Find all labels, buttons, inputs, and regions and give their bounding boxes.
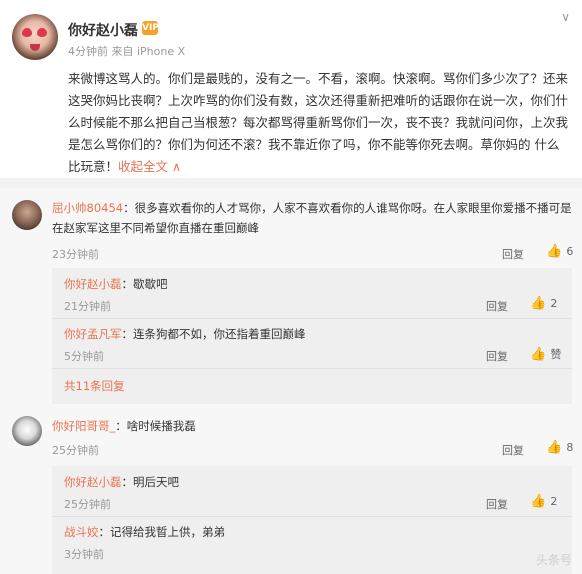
comment-text: 屈小帅80454：很多喜欢看你的人才骂你，人家不喜欢看你的人谁骂你呀。在人家眼里… bbox=[52, 198, 572, 238]
comment-body: ：很多喜欢看你的人才骂你，人家不喜欢看你的人谁骂你呀。在人家眼里你爱播不播可是在… bbox=[52, 201, 572, 235]
like-button[interactable]: 👍 6 bbox=[546, 244, 573, 259]
like-button[interactable]: 👍 8 bbox=[546, 440, 573, 455]
reply-username[interactable]: 你好赵小磊 bbox=[64, 277, 122, 291]
thumbs-up-icon: 👍 bbox=[546, 440, 563, 455]
avatar[interactable] bbox=[12, 14, 58, 60]
like-count: 2 bbox=[550, 297, 558, 310]
comment-section: 屈小帅80454：很多喜欢看你的人才骂你，人家不喜欢看你的人谁骂你呀。在人家眼里… bbox=[0, 188, 582, 574]
weibo-post: 你好赵小磊 VIP 4分钟前 来自 iPhone X ∨ 来微博这骂人的。你们是… bbox=[0, 0, 582, 178]
reply-button[interactable]: 回复 bbox=[502, 246, 524, 262]
heart-eye-icon bbox=[22, 28, 32, 37]
comment-username[interactable]: 屈小帅80454 bbox=[52, 201, 123, 215]
divider bbox=[0, 178, 582, 188]
like-button[interactable]: 👍 2 bbox=[530, 494, 557, 509]
like-count: 8 bbox=[566, 441, 574, 454]
reply-item: 你好赵小磊：明后天吧 25分钟前 回复 👍 2 bbox=[52, 466, 572, 516]
like-button[interactable]: 👍 赞 bbox=[530, 346, 561, 362]
reply-time: 21分钟前 bbox=[64, 300, 111, 313]
total-replies-link[interactable]: 共11条回复 bbox=[64, 378, 125, 394]
thumbs-up-icon: 👍 bbox=[530, 296, 547, 311]
divider bbox=[52, 368, 572, 369]
reply-body: ：连条狗都不如，你还指着重回巅峰 bbox=[121, 327, 306, 341]
chevron-down-icon[interactable]: ∨ bbox=[561, 10, 570, 24]
post-meta: 4分钟前 来自 iPhone X bbox=[68, 45, 186, 58]
comment-time: 25分钟前 bbox=[52, 444, 99, 457]
reply-username[interactable]: 你好孟凡军 bbox=[64, 327, 122, 341]
comment: 你好阳哥哥_：啥时候播我磊 25分钟前 回复 👍 8 bbox=[0, 416, 582, 460]
reply-item: 战斗姣：记得给我晢上供，弟弟 3分钟前 bbox=[52, 516, 572, 566]
collapse-link[interactable]: 收起全文 ∧ bbox=[118, 159, 181, 174]
mouth bbox=[30, 44, 40, 51]
reply-time: 3分钟前 bbox=[64, 548, 104, 561]
comment: 屈小帅80454：很多喜欢看你的人才骂你，人家不喜欢看你的人谁骂你呀。在人家眼里… bbox=[0, 194, 582, 261]
watermark: 头条号 bbox=[535, 553, 572, 567]
reply-time: 5分钟前 bbox=[64, 350, 104, 363]
reply-body: ：明后天吧 bbox=[121, 475, 180, 489]
reply-username[interactable]: 你好赵小磊 bbox=[64, 475, 122, 489]
reply-button[interactable]: 回复 bbox=[486, 298, 508, 314]
reply-button[interactable]: 回复 bbox=[486, 348, 508, 364]
reply-button[interactable]: 回复 bbox=[486, 496, 508, 512]
like-count: 2 bbox=[550, 495, 558, 508]
comment-body: ：啥时候播我磊 bbox=[115, 419, 196, 433]
thumbs-up-icon: 👍 bbox=[530, 347, 547, 362]
reply-button[interactable]: 回复 bbox=[502, 442, 524, 458]
reply-item: 你好赵小磊：歇歇吧 21分钟前 回复 👍 2 bbox=[52, 268, 572, 318]
vip-badge-icon: VIP bbox=[142, 21, 159, 35]
post-text: 来微博这骂人的。你们是最贱的，没有之一。不看，滚啊。快滚啊。骂你们多少次了？还来… bbox=[68, 68, 568, 178]
reply-username[interactable]: 战斗姣 bbox=[64, 525, 99, 539]
avatar[interactable] bbox=[12, 200, 42, 230]
reply-list: 你好赵小磊：歇歇吧 21分钟前 回复 👍 2 你好孟凡军：连条狗都不如，你还指着… bbox=[52, 268, 572, 404]
like-count: 赞 bbox=[550, 348, 562, 361]
like-button[interactable]: 👍 2 bbox=[530, 296, 557, 311]
reply-body: ：歇歇吧 bbox=[121, 277, 168, 291]
like-count: 6 bbox=[566, 245, 574, 258]
comment-username[interactable]: 你好阳哥哥_ bbox=[52, 419, 115, 433]
avatar[interactable] bbox=[12, 416, 42, 446]
reply-body: ：记得给我晢上供，弟弟 bbox=[98, 525, 226, 539]
thumbs-up-icon: 👍 bbox=[530, 494, 547, 509]
reply-list: 你好赵小磊：明后天吧 25分钟前 回复 👍 2 战斗姣：记得给我晢上供，弟弟 3… bbox=[52, 466, 572, 574]
post-username[interactable]: 你好赵小磊 bbox=[68, 20, 138, 40]
comment-time: 23分钟前 bbox=[52, 248, 99, 261]
reply-time: 25分钟前 bbox=[64, 498, 111, 511]
heart-eye-icon bbox=[37, 28, 47, 37]
comment-text: 你好阳哥哥_：啥时候播我磊 bbox=[52, 416, 572, 436]
thumbs-up-icon: 👍 bbox=[546, 244, 563, 259]
reply-item: 你好孟凡军：连条狗都不如，你还指着重回巅峰 5分钟前 回复 👍 赞 bbox=[52, 318, 572, 368]
